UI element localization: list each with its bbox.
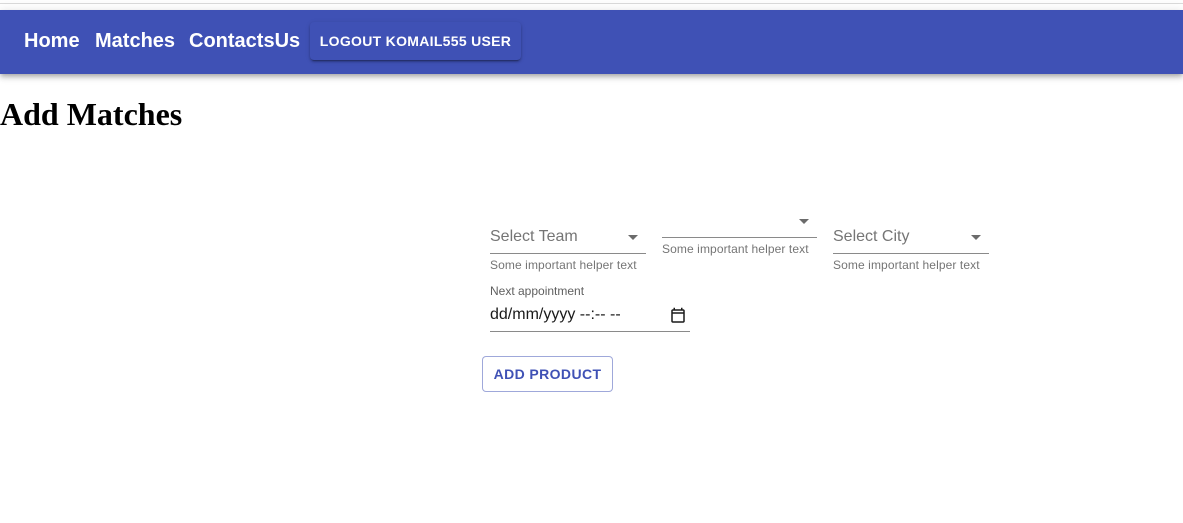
chevron-down-icon	[628, 235, 638, 240]
second-helper-text: Some important helper text	[662, 242, 809, 256]
team-helper-text: Some important helper text	[490, 258, 637, 272]
team-select-placeholder: Select Team	[490, 228, 578, 245]
appointment-datetime-input[interactable]: dd/mm/yyyy --:-- --	[490, 303, 690, 332]
nav-home-link[interactable]: Home	[24, 29, 80, 53]
second-select-field: Some important helper text	[662, 209, 817, 259]
team-select-field: Select Team Some important helper text	[490, 225, 646, 275]
city-helper-text: Some important helper text	[833, 258, 980, 272]
calendar-icon[interactable]	[669, 307, 687, 325]
team-select[interactable]: Select Team	[490, 225, 646, 254]
nav-matches-link[interactable]: Matches	[95, 29, 175, 53]
page-title: Add Matches	[0, 96, 183, 132]
browser-top-line	[0, 0, 1183, 4]
logout-button[interactable]: LOGOUT KOMAIL555 USER	[310, 22, 521, 60]
city-select[interactable]: Select City	[833, 225, 989, 254]
second-select[interactable]	[662, 209, 817, 238]
appointment-value: dd/mm/yyyy --:-- --	[490, 306, 621, 323]
city-select-field: Select City Some important helper text	[833, 225, 989, 275]
app-bar: Home Matches ContactsUs LOGOUT KOMAIL555…	[0, 10, 1183, 74]
appointment-label: Next appointment	[490, 284, 585, 298]
chevron-down-icon	[799, 219, 809, 224]
city-select-placeholder: Select City	[833, 228, 910, 245]
add-product-button[interactable]: ADD PRODUCT	[482, 356, 613, 392]
chevron-down-icon	[971, 235, 981, 240]
nav-contacts-link[interactable]: ContactsUs	[189, 29, 300, 53]
